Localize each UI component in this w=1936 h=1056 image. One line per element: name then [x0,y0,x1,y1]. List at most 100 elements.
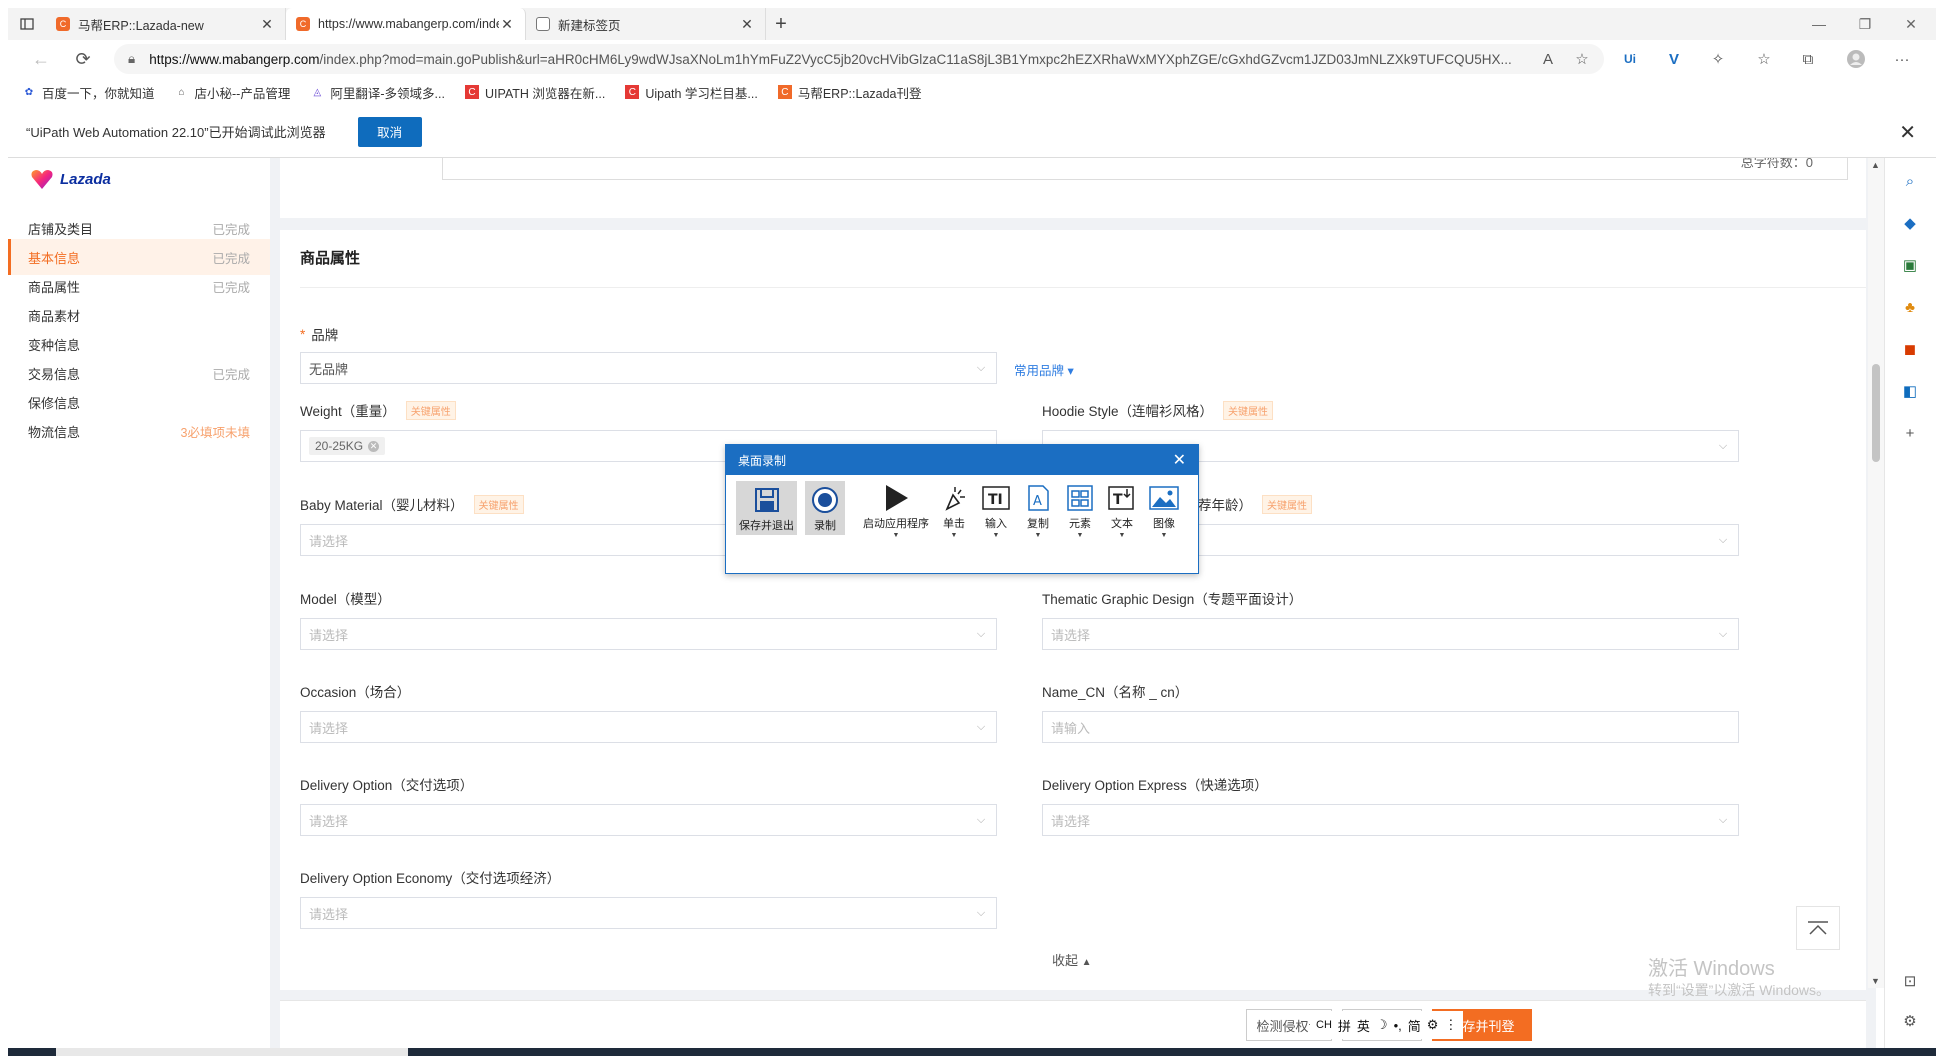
image-button[interactable]: 图像 ▼ [1147,481,1181,539]
nav-label: 保修信息 [28,395,81,411]
close-tab-icon[interactable]: ✕ [739,16,755,33]
tools-icon[interactable]: ▣ [1899,254,1921,276]
newtab-favicon-icon [536,17,550,31]
bookmark-item[interactable]: ⌂ 店小秘--产品管理 [175,83,290,102]
favorite-star-icon[interactable]: ☆ [1570,47,1594,71]
delivery-economy-select[interactable]: 请选择 ⌵ [300,897,997,929]
uipath-extension-icon[interactable]: Ui [1618,47,1642,71]
scroll-thumb[interactable] [1872,364,1880,462]
image-icon [1147,481,1181,515]
select-placeholder: 请选择 [309,906,349,922]
games-icon[interactable]: ♣ [1899,296,1921,318]
back-icon[interactable]: ← [20,40,62,78]
search-icon[interactable]: ⌕ [1899,170,1921,192]
close-infobar-icon[interactable]: ✕ [1899,120,1916,145]
ime-moon-icon: ☽ [1375,1017,1388,1032]
copy-text-button[interactable]: A 复制 ▼ [1021,481,1055,539]
field-label: Weight（重量） [300,404,396,419]
desktop-recorder-dialog: 桌面录制 ✕ 保存并退出 录制 启动应用程序 ▼ 单击 ▼ TI 输入 ▼ A … [725,444,1199,574]
profile-avatar-icon[interactable] [1844,47,1868,71]
record-button[interactable]: 录制 [805,481,845,535]
nav-item-logistics[interactable]: 物流信息 3必填项未填 [8,413,270,449]
bookmark-item[interactable]: ✿ 百度一下，你就知道 [22,83,155,102]
delivery-option-select[interactable]: 请选择 ⌵ [300,804,997,836]
bookmark-label: 百度一下，你就知道 [42,86,155,101]
save-exit-button[interactable]: 保存并退出 [736,481,797,535]
click-button[interactable]: 单击 ▼ [937,481,971,539]
back-to-top-button[interactable] [1796,906,1840,950]
tab-actions-icon[interactable] [8,8,46,40]
thematic-select[interactable]: 请选择 ⌵ [1042,618,1739,650]
scroll-up-icon[interactable]: ▲ [1871,160,1880,170]
chevron-down-icon: ⌵ [1718,813,1728,826]
bookmark-item[interactable]: C 马帮ERP::Lazada刊登 [777,83,922,102]
bookmark-item[interactable]: C Uipath 学习栏目基... [625,83,758,102]
close-recorder-icon[interactable]: ✕ [1173,450,1186,470]
dropdown-caret-icon: ▼ [1160,532,1168,539]
browser-tab[interactable]: C 马帮ERP::Lazada-new ✕ [46,8,286,40]
description-editor[interactable]: 总字符数：0 [442,158,1848,180]
close-tab-icon[interactable]: ✕ [259,16,275,33]
close-tab-icon[interactable]: ✕ [499,16,515,33]
minimize-icon[interactable]: — [1796,8,1842,40]
field-label: 品牌 [311,328,339,343]
nav-status-warning: 3必填项未填 [180,425,250,440]
page-scrollbar[interactable]: ▲ ▼ [1868,158,1884,988]
office-icon[interactable]: ◼ [1899,338,1921,360]
baby-material-label: Baby Material（婴儿材料） 关键属性 [300,494,524,514]
bookmark-item[interactable]: ◬ 阿里翻译-多领域多... [310,83,444,102]
start-app-button[interactable]: 启动应用程序 ▼ [863,481,929,539]
ime-punct-icon: •, [1393,1017,1402,1033]
close-window-icon[interactable]: ✕ [1888,8,1934,40]
collections-icon[interactable]: ⧉ [1796,47,1820,71]
favorites-icon[interactable]: ☆ [1752,47,1776,71]
dropdown-caret-icon: ▼ [992,532,1000,539]
sidebar-toggle-icon[interactable]: ⊡ [1899,970,1921,992]
chevron-down-icon: ⌵ [976,720,986,733]
tool-label: 单击 [943,518,965,530]
delivery-express-select[interactable]: 请选择 ⌵ [1042,804,1739,836]
nav-label: 店铺及类目 [28,221,94,237]
tab-title: 马帮ERP::Lazada-new [78,18,204,33]
cancel-debug-button[interactable]: 取消 [357,116,422,147]
tool-label: 复制 [1027,518,1049,530]
new-tab-button[interactable]: + [766,13,796,36]
field-label: Name_CN（名称 _ cn） [1042,685,1189,700]
type-into-button[interactable]: TI 输入 ▼ [979,481,1013,539]
mabang-favicon-icon: C [296,17,310,31]
url-field[interactable]: 🔒︎ https://www.mabangerp.com/index.php?m… [114,44,1604,74]
dropdown-caret-icon: ▼ [1034,532,1042,539]
brand-select[interactable]: 无品牌 ⌵ [300,352,997,384]
age-label: 荐年龄） 关键属性 [1198,494,1312,514]
record-icon [808,483,842,517]
remove-chip-icon[interactable]: ✕ [368,440,380,452]
extensions-puzzle-icon[interactable]: ✧ [1706,47,1730,71]
name-cn-input[interactable]: 请输入 [1042,711,1739,743]
text-button[interactable]: T 文本 ▼ [1105,481,1139,539]
add-icon[interactable]: + [1899,422,1921,444]
browser-tab[interactable]: 新建标签页 ✕ [526,8,766,40]
tool-label: 图像 [1153,518,1175,530]
settings-gear-icon[interactable]: ⚙ [1899,1010,1921,1032]
ime-toolbar[interactable]: CH 拼 英 ☽ •, 简 ⚙ ⋮ [1310,1011,1464,1039]
v-extension-icon[interactable]: V [1662,47,1686,71]
bookmark-item[interactable]: C UIPATH 浏览器在新... [464,83,605,102]
read-aloud-icon[interactable]: A [1536,47,1560,71]
browser-tab-active[interactable]: C https://www.mabangerp.com/index.php?mo… [286,8,526,40]
lazada-heart-icon [31,170,53,189]
scroll-down-icon[interactable]: ▼ [1871,976,1880,986]
collapse-toggle[interactable]: 收起 ▲ [1052,950,1092,969]
common-brand-dropdown[interactable]: 常用品牌 ▾ [1014,360,1074,379]
element-button[interactable]: 元素 ▼ [1063,481,1097,539]
refresh-icon[interactable]: ⟳ [62,40,104,78]
more-menu-icon[interactable]: ··· [1890,47,1914,71]
model-select[interactable]: 请选择 ⌵ [300,618,997,650]
dropdown-caret-icon: ▼ [950,532,958,539]
key-attribute-badge: 关键属性 [1223,400,1274,420]
occasion-select[interactable]: 请选择 ⌵ [300,711,997,743]
click-icon [937,481,971,515]
restore-icon[interactable]: ❐ [1842,8,1888,40]
shopping-tag-icon[interactable]: ◆ [1899,212,1921,234]
taskbar-item[interactable] [56,1048,408,1056]
outlook-icon[interactable]: ◧ [1899,380,1921,402]
